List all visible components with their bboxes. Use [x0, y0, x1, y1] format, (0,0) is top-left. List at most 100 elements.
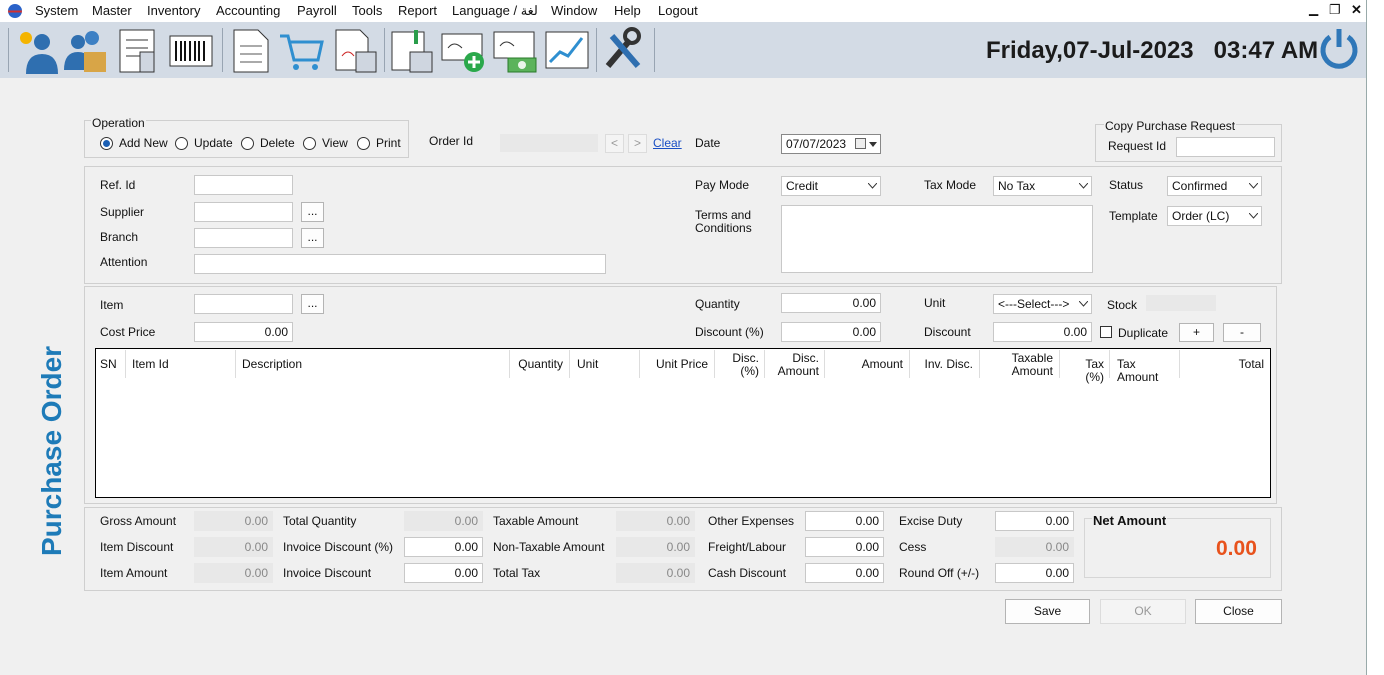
radio-view[interactable] [303, 137, 316, 150]
user-settings-icon[interactable] [12, 26, 58, 74]
branch-input[interactable] [194, 228, 293, 248]
col-disc-pct[interactable]: Disc. (%) [715, 350, 765, 378]
item-browse-button[interactable]: ... [301, 294, 324, 314]
radio-add-new[interactable] [100, 137, 113, 150]
col-amount[interactable]: Amount [825, 350, 910, 378]
menu-report[interactable]: Report [398, 3, 437, 18]
menu-master[interactable]: Master [92, 3, 132, 18]
discount-pct-label: Discount (%) [695, 325, 764, 339]
shopping-cart-icon[interactable] [278, 26, 324, 74]
menu-help[interactable]: Help [614, 3, 641, 18]
ledger-icon[interactable] [388, 26, 434, 74]
cheque-add-icon[interactable] [440, 26, 486, 74]
other-expenses-input[interactable]: 0.00 [805, 511, 884, 531]
tax-mode-select[interactable]: No Tax [993, 176, 1092, 196]
col-unit-price[interactable]: Unit Price [640, 350, 715, 378]
menu-inventory[interactable]: Inventory [147, 3, 200, 18]
clear-link[interactable]: Clear [653, 136, 682, 150]
cash-discount-input[interactable]: 0.00 [805, 563, 884, 583]
power-icon[interactable] [1318, 27, 1360, 69]
radio-label-print: Print [376, 136, 401, 150]
terms-textarea[interactable] [781, 205, 1093, 273]
col-taxable-amount[interactable]: Taxable Amount [980, 350, 1060, 378]
invoice-icon[interactable] [228, 26, 274, 74]
col-tax-amount[interactable]: Tax Amount [1110, 350, 1180, 384]
ref-id-label: Ref. Id [100, 178, 136, 192]
add-row-button[interactable]: + [1179, 323, 1214, 342]
discount-pct-input[interactable]: 0.00 [781, 322, 881, 342]
date-picker[interactable]: 07/07/2023 [781, 134, 881, 154]
col-total[interactable]: Total [1180, 350, 1270, 378]
col-tax-pct[interactable]: Tax (%) [1060, 350, 1110, 384]
quantity-input[interactable]: 0.00 [781, 293, 881, 313]
col-item-id[interactable]: Item Id [126, 350, 236, 378]
freight-input[interactable]: 0.00 [805, 537, 884, 557]
date-value: 07/07/2023 [786, 137, 847, 151]
invoice-discount-label: Invoice Discount [283, 566, 372, 580]
request-id-input[interactable] [1176, 137, 1275, 157]
menu-language[interactable]: Language / لغة [452, 3, 538, 19]
menu-accounting[interactable]: Accounting [216, 3, 280, 18]
users-icon[interactable] [62, 26, 108, 74]
close-window-button[interactable]: ✕ [1351, 2, 1362, 18]
pay-mode-label: Pay Mode [695, 178, 750, 192]
net-amount-value: 0.00 [1216, 537, 1257, 560]
invoice-discount-input[interactable]: 0.00 [404, 563, 483, 583]
chart-growth-icon[interactable] [544, 26, 590, 74]
save-button[interactable]: Save [1005, 599, 1090, 624]
col-unit[interactable]: Unit [570, 350, 640, 378]
tools-icon[interactable] [600, 26, 646, 74]
menu-logout[interactable]: Logout [658, 3, 698, 18]
item-input[interactable] [194, 294, 293, 314]
ok-button[interactable]: OK [1100, 599, 1186, 624]
col-quantity[interactable]: Quantity [510, 350, 570, 378]
discount-input[interactable]: 0.00 [993, 322, 1092, 342]
col-inv-disc[interactable]: Inv. Disc. [910, 350, 980, 378]
minimize-button[interactable]: ▁ [1309, 2, 1318, 16]
radio-update[interactable] [175, 137, 188, 150]
invoice-discount-pct-input[interactable]: 0.00 [404, 537, 483, 557]
document-list-icon[interactable] [114, 26, 160, 74]
app-logo-icon [8, 4, 22, 18]
restore-button[interactable]: ❐ [1329, 2, 1341, 18]
status-select[interactable]: Confirmed [1167, 176, 1262, 196]
next-order-button[interactable]: > [628, 134, 647, 153]
col-disc-amount[interactable]: Disc. Amount [765, 350, 825, 378]
request-id-label: Request Id [1108, 139, 1167, 153]
excise-duty-input[interactable]: 0.00 [995, 511, 1074, 531]
pay-mode-select[interactable]: Credit [781, 176, 881, 196]
menu-window[interactable]: Window [551, 3, 597, 18]
unit-select[interactable]: <---Select---> [993, 294, 1092, 314]
calendar-icon[interactable] [855, 138, 866, 149]
radio-delete[interactable] [241, 137, 254, 150]
radio-label-view: View [322, 136, 348, 150]
remove-row-button[interactable]: - [1223, 323, 1261, 342]
cost-price-input[interactable]: 0.00 [194, 322, 293, 342]
ref-id-input[interactable] [194, 175, 293, 195]
purchase-sheet-icon[interactable] [332, 26, 378, 74]
freight-label: Freight/Labour [708, 540, 787, 554]
menu-system[interactable]: System [35, 3, 78, 18]
round-off-input[interactable]: 0.00 [995, 563, 1074, 583]
menu-payroll[interactable]: Payroll [297, 3, 337, 18]
cheque-cash-icon[interactable] [492, 26, 538, 74]
stock-label: Stock [1107, 298, 1138, 312]
duplicate-checkbox[interactable] [1100, 326, 1112, 338]
cost-price-label: Cost Price [100, 325, 156, 339]
template-select[interactable]: Order (LC) [1167, 206, 1262, 226]
attention-input[interactable] [194, 254, 606, 274]
branch-browse-button[interactable]: ... [301, 228, 324, 248]
col-description[interactable]: Description [236, 350, 510, 378]
close-button[interactable]: Close [1195, 599, 1282, 624]
supplier-browse-button[interactable]: ... [301, 202, 324, 222]
prev-order-button[interactable]: < [605, 134, 624, 153]
right-strip [1366, 0, 1384, 675]
barcode-icon[interactable] [168, 26, 214, 74]
menu-tools[interactable]: Tools [352, 3, 382, 18]
supplier-input[interactable] [194, 202, 293, 222]
other-expenses-label: Other Expenses [708, 514, 795, 528]
col-sn[interactable]: SN [96, 350, 126, 378]
order-id-field[interactable] [500, 134, 598, 152]
radio-print[interactable] [357, 137, 370, 150]
chevron-down-icon [869, 142, 877, 147]
